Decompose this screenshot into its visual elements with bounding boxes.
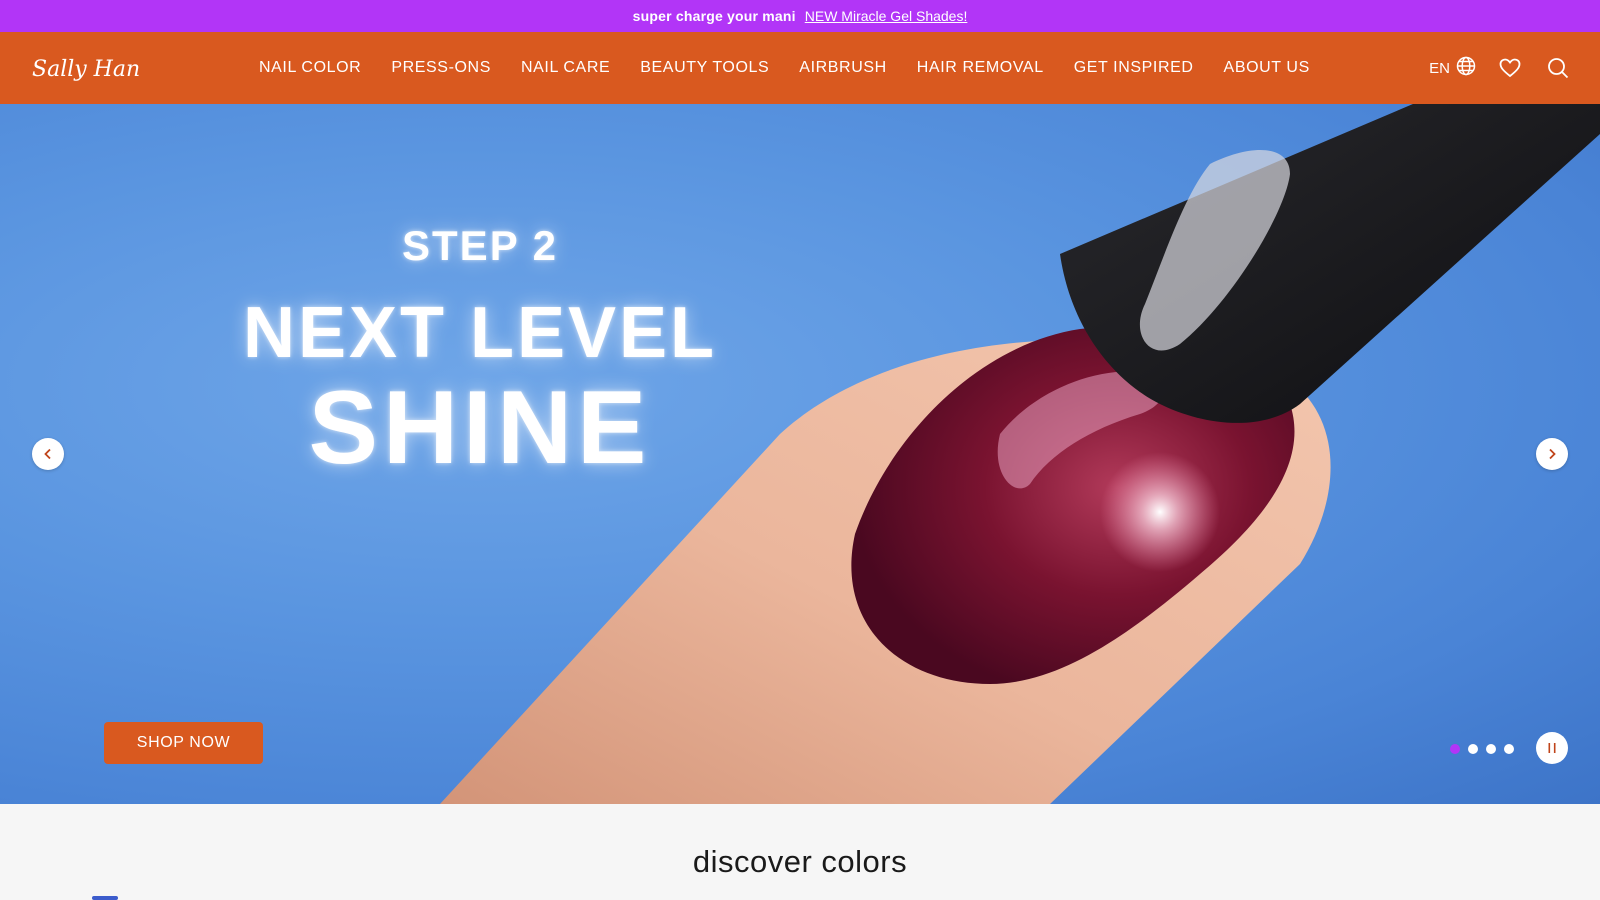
carousel-pagination [1450, 744, 1514, 754]
hero-step-label: STEP 2 [402, 222, 558, 269]
hero-headline: NEXT LEVEL [242, 293, 718, 373]
carousel-dot-1[interactable] [1450, 744, 1460, 754]
discover-content-peek [92, 896, 118, 900]
carousel-prev-button[interactable] [32, 438, 64, 470]
nav-nail-care[interactable]: NAIL CARE [506, 59, 625, 77]
language-selector[interactable]: EN [1429, 56, 1476, 80]
site-header: Sally Hansen. NAIL COLOR PRESS-ONS NAIL … [0, 32, 1600, 104]
nav-airbrush[interactable]: AIRBRUSH [784, 59, 901, 77]
carousel-dot-4[interactable] [1504, 744, 1514, 754]
promo-bar: super charge your mani NEW Miracle Gel S… [0, 0, 1600, 32]
chevron-left-icon [44, 448, 51, 460]
nav-about-us[interactable]: ABOUT US [1209, 59, 1325, 77]
nav-nail-color[interactable]: NAIL COLOR [244, 59, 376, 77]
heart-icon[interactable] [1498, 56, 1522, 80]
hero-carousel: STEP 2 NEXT LEVEL SHINE SHOP NOW [0, 104, 1600, 804]
header-utilities: EN [1429, 32, 1570, 104]
logo-script: Sally Hansen. [32, 57, 186, 82]
search-icon[interactable] [1546, 56, 1570, 80]
carousel-pause-button[interactable] [1536, 732, 1568, 764]
language-label: EN [1429, 59, 1450, 77]
globe-icon [1456, 56, 1476, 80]
svg-text:Sally Hansen.: Sally Hansen. [32, 57, 140, 82]
shop-now-button[interactable]: SHOP NOW [104, 722, 263, 764]
pause-icon [1548, 743, 1556, 753]
discover-title: discover colors [692, 844, 908, 879]
nav-hair-removal[interactable]: HAIR REMOVAL [902, 59, 1059, 77]
promo-link[interactable]: NEW Miracle Gel Shades! [805, 8, 968, 24]
discover-section: discover colors [0, 804, 1600, 900]
chevron-right-icon [1549, 448, 1556, 460]
hero-subheadline: SHINE [308, 370, 652, 486]
brand-logo[interactable]: Sally Hansen. [32, 50, 186, 86]
main-nav: NAIL COLOR PRESS-ONS NAIL CARE BEAUTY TO… [244, 32, 1325, 104]
carousel-dot-2[interactable] [1468, 744, 1478, 754]
promo-text: super charge your mani [632, 8, 796, 24]
hero-headline-block: STEP 2 NEXT LEVEL SHINE [180, 220, 780, 480]
carousel-dot-3[interactable] [1486, 744, 1496, 754]
nav-beauty-tools[interactable]: BEAUTY TOOLS [625, 59, 784, 77]
carousel-next-button[interactable] [1536, 438, 1568, 470]
nav-get-inspired[interactable]: GET INSPIRED [1059, 59, 1209, 77]
nav-press-ons[interactable]: PRESS-ONS [376, 59, 506, 77]
